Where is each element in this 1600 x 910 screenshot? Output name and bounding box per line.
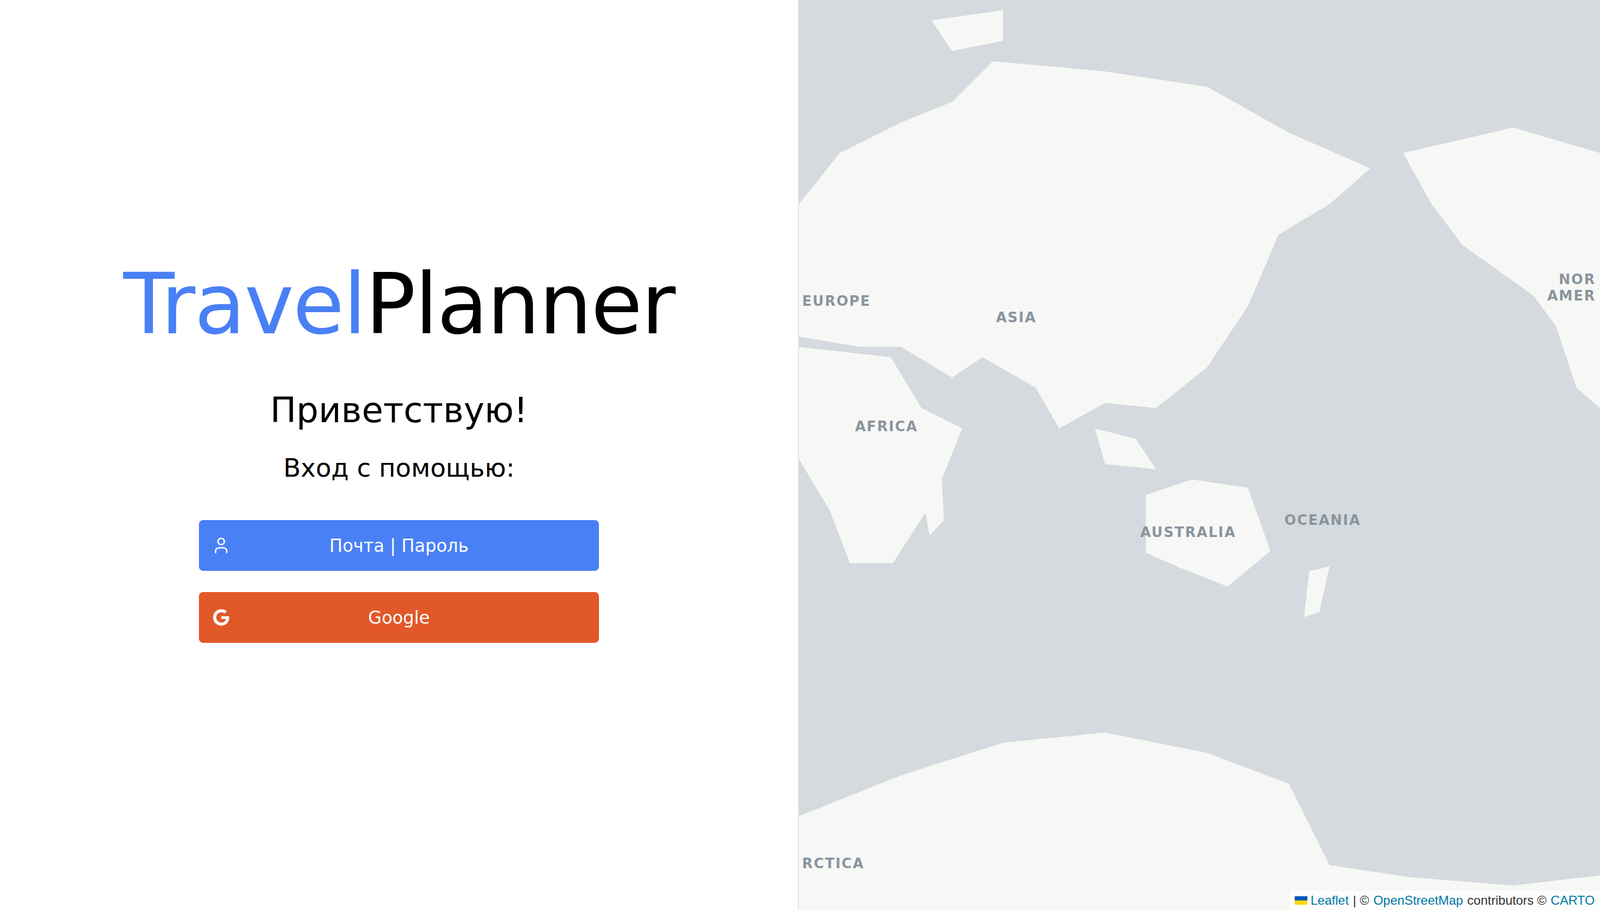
map-label: OCEANIA bbox=[1284, 512, 1361, 529]
login-prompt: Вход с помощью: bbox=[283, 452, 515, 484]
map-attribution: Leaflet| ©OpenStreetMap contributors ©CAR… bbox=[1289, 891, 1600, 910]
login-buttons: Почта | Пароль Google bbox=[198, 520, 599, 643]
google-icon bbox=[210, 606, 232, 629]
google-login-button[interactable]: Google bbox=[198, 592, 599, 643]
map-label: EUROPE bbox=[802, 293, 871, 310]
attribution-text: contributors © bbox=[1467, 893, 1547, 908]
map-label: NORAMER bbox=[1547, 271, 1596, 305]
email-login-button[interactable]: Почта | Пароль bbox=[198, 520, 599, 571]
map-label: AUSTRALIA bbox=[1140, 524, 1236, 541]
attribution-link[interactable]: CARTO bbox=[1550, 893, 1595, 908]
attribution-link[interactable]: Leaflet bbox=[1294, 893, 1349, 908]
map-label: ASIA bbox=[995, 309, 1037, 326]
login-page: TravelPlanner Приветствую! Вход с помощью:… bbox=[0, 0, 1600, 910]
flag-icon bbox=[1294, 896, 1308, 905]
attribution-link[interactable]: OpenStreetMap bbox=[1373, 893, 1463, 908]
map-land bbox=[798, 0, 1600, 910]
login-panel: TravelPlanner Приветствую! Вход с помощью:… bbox=[0, 0, 799, 910]
brand-logo: TravelPlanner bbox=[123, 256, 675, 353]
map-label: AFRICA bbox=[855, 418, 918, 435]
greeting: Приветствую! bbox=[269, 389, 528, 432]
brand-second: Planner bbox=[365, 255, 675, 353]
brand-first: Travel bbox=[123, 255, 366, 353]
map-label: RCTICA bbox=[802, 855, 865, 872]
user-icon bbox=[210, 534, 232, 557]
world-map[interactable]: EUROPE ASIA AFRICA AUSTRALIA OCEANIA NORAMER R… bbox=[798, 0, 1600, 910]
attribution-text: | © bbox=[1352, 893, 1370, 908]
